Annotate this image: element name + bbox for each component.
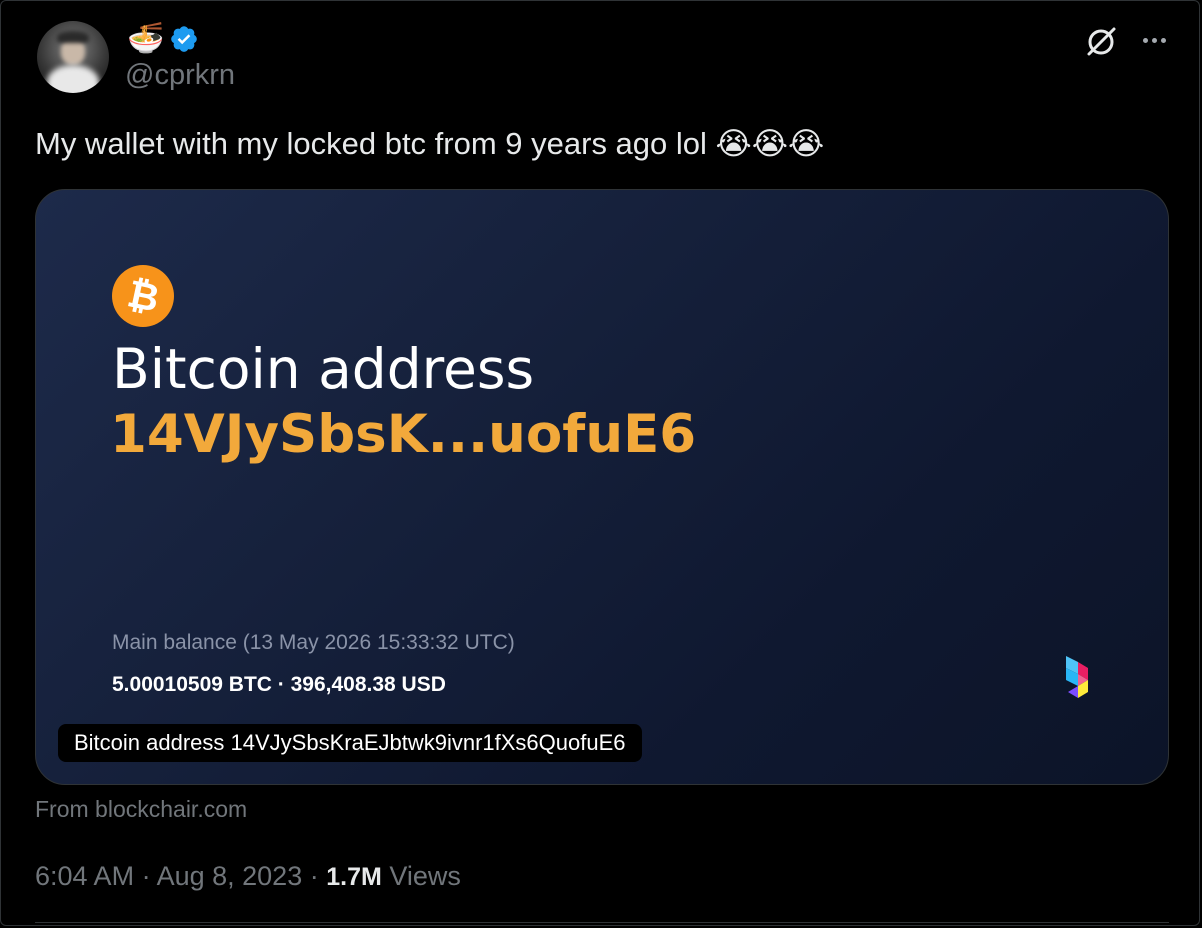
avatar[interactable]: [37, 21, 109, 93]
meta-separator: ·: [302, 861, 327, 891]
views-label: Views: [389, 861, 461, 891]
grok-icon[interactable]: [1083, 23, 1119, 59]
card-short-address: 14VJySbsK...uofuE6: [110, 404, 697, 465]
more-icon[interactable]: [1137, 23, 1171, 57]
meta-separator: ·: [134, 861, 157, 891]
verified-badge-icon: [171, 26, 197, 52]
more-dot: [1142, 37, 1148, 43]
views-count: 1.7M: [326, 863, 382, 891]
card-title: Bitcoin address: [112, 337, 535, 401]
balance-value: 5.00010509 BTC · 396,408.38 USD: [112, 673, 446, 696]
more-dot: [1151, 37, 1157, 43]
crying-emoji-icon: 😭😭😭: [715, 126, 825, 162]
image-alt-caption: Bitcoin address 14VJySbsKraEJbtwk9ivnr1f…: [58, 724, 642, 762]
tweet-container: 🍜 @cprkrn My wallet with my locked btc f…: [0, 0, 1200, 926]
blockchair-logo-icon: [1066, 656, 1088, 698]
divider: [35, 922, 1169, 923]
balance-label: Main balance (13 May 2026 15:33:32 UTC): [112, 631, 515, 654]
media-card[interactable]: ₿ Bitcoin address 14VJySbsK...uofuE6 Mai…: [35, 189, 1169, 785]
bitcoin-logo-icon: ₿: [112, 265, 174, 327]
tweet-date[interactable]: Aug 8, 2023: [157, 861, 303, 891]
bitcoin-symbol: ₿: [123, 271, 163, 321]
author-name-row[interactable]: 🍜: [127, 21, 199, 57]
tweet-time[interactable]: 6:04 AM: [35, 861, 134, 891]
display-name[interactable]: 🍜: [127, 21, 164, 57]
avatar-body: [47, 65, 99, 93]
card-source-link[interactable]: From blockchair.com: [35, 793, 247, 825]
tweet-meta: 6:04 AM · Aug 8, 2023 · 1.7M Views: [35, 857, 461, 896]
tweet-text: My wallet with my locked btc from 9 year…: [35, 121, 824, 167]
tweet-text-body: My wallet with my locked btc from 9 year…: [35, 126, 707, 161]
author-handle[interactable]: @cprkrn: [125, 57, 235, 93]
more-dot: [1160, 37, 1166, 43]
avatar-cap: [57, 31, 89, 43]
